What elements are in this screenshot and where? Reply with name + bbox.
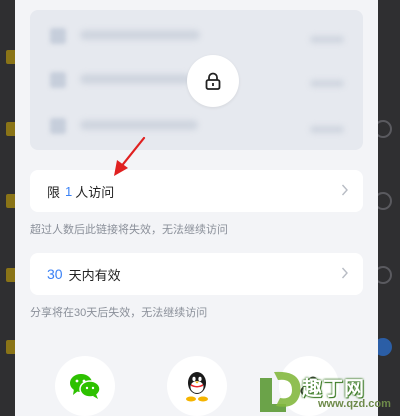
- watermark-url: www.qzd.com: [318, 398, 391, 410]
- annotation-arrow: [114, 136, 146, 176]
- watermark-text: 趣丁网: [302, 378, 365, 400]
